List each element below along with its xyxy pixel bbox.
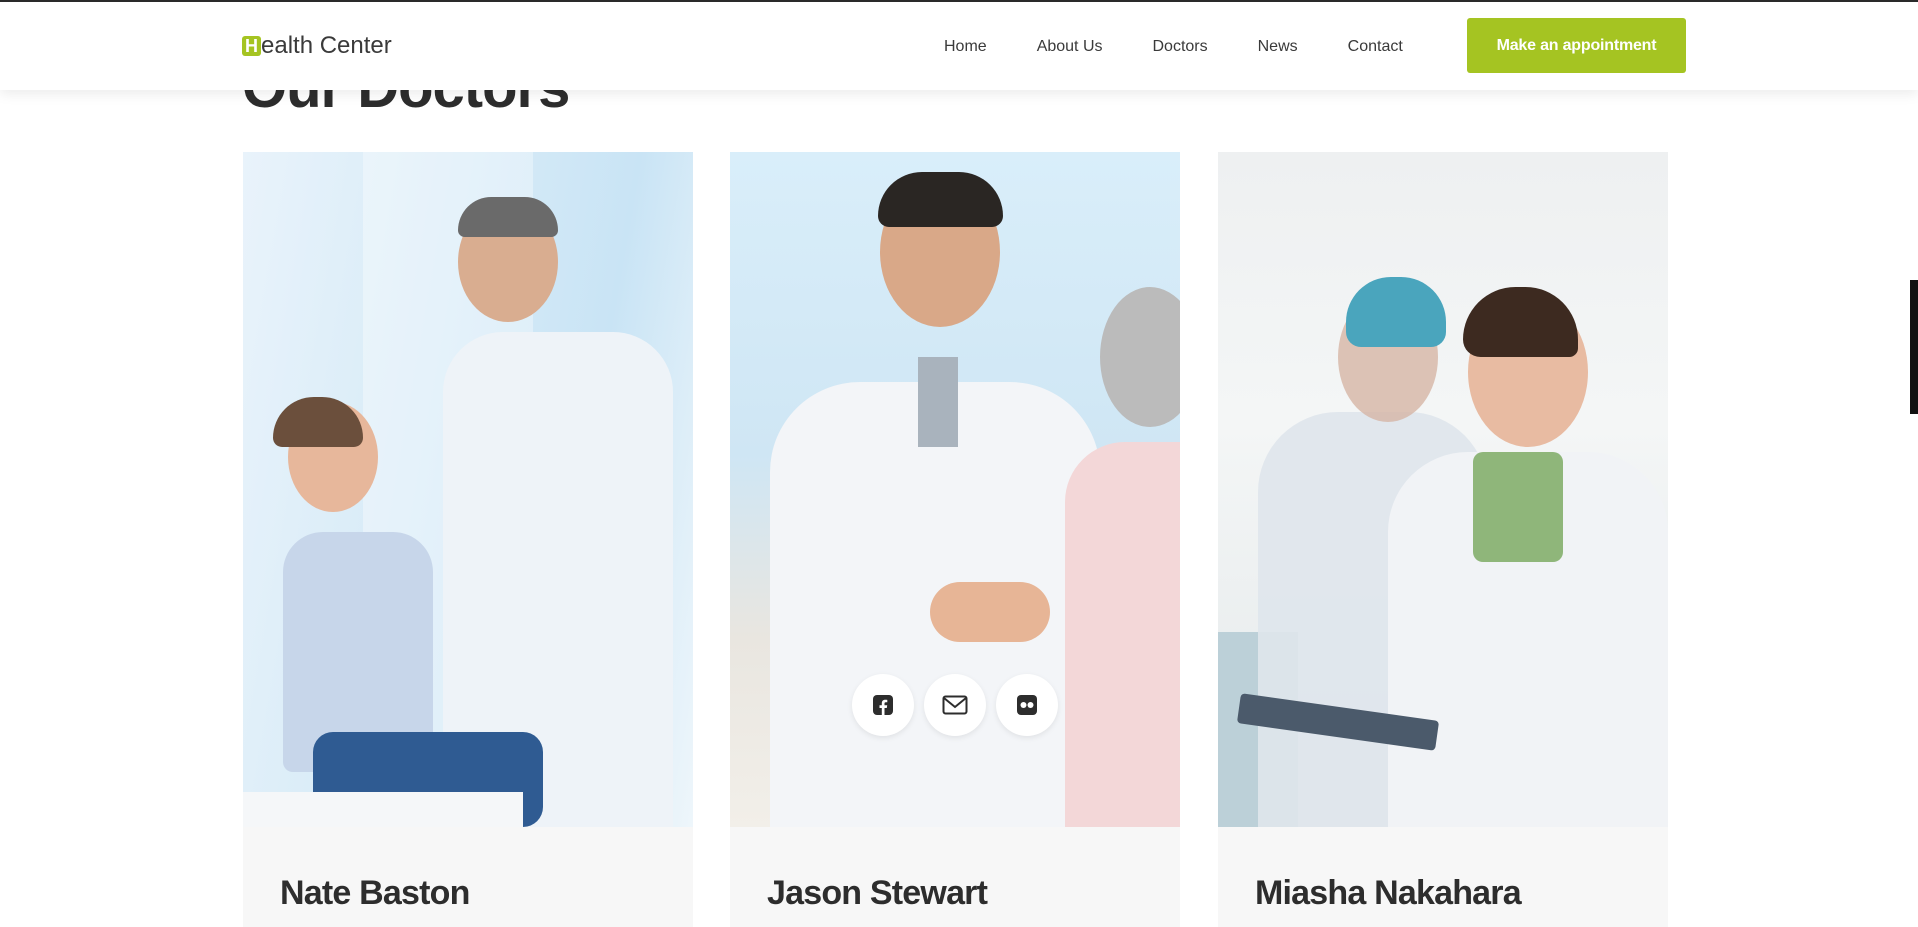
doctor-name[interactable]: Jason Stewart [767, 874, 988, 913]
nav-news[interactable]: News [1258, 36, 1298, 58]
doctor-info: Jason Stewart [730, 827, 1180, 927]
site-header: H ealth Center Home About Us Doctors New… [0, 2, 1918, 90]
logo[interactable]: H ealth Center [242, 32, 392, 60]
doctor-name[interactable]: Miasha Nakahara [1255, 874, 1522, 913]
doctor-info: Miasha Nakahara [1218, 827, 1668, 927]
scrollbar-thumb[interactable] [1910, 280, 1918, 414]
logo-text: ealth Center [261, 32, 392, 59]
envelope-icon[interactable] [924, 674, 986, 736]
doctor-photo [1218, 152, 1668, 827]
doctor-name[interactable]: Nate Baston [280, 874, 470, 913]
doctor-info: Nate Baston [243, 827, 693, 927]
doctor-card[interactable]: Nate Baston [243, 152, 693, 927]
logo-mark: H [242, 36, 261, 56]
doctor-card[interactable]: Jason Stewart [730, 152, 1180, 927]
nav-doctors[interactable]: Doctors [1153, 36, 1208, 58]
nav-home[interactable]: Home [944, 36, 987, 58]
main-nav: Home About Us Doctors News Contact [944, 36, 1453, 58]
nav-contact[interactable]: Contact [1348, 36, 1403, 58]
flickr-icon[interactable] [996, 674, 1058, 736]
nav-about-us[interactable]: About Us [1037, 36, 1103, 58]
doctor-card[interactable]: Miasha Nakahara [1218, 152, 1668, 927]
make-appointment-button[interactable]: Make an appointment [1467, 18, 1686, 73]
facebook-icon[interactable] [852, 674, 914, 736]
doctor-photo [243, 152, 693, 827]
